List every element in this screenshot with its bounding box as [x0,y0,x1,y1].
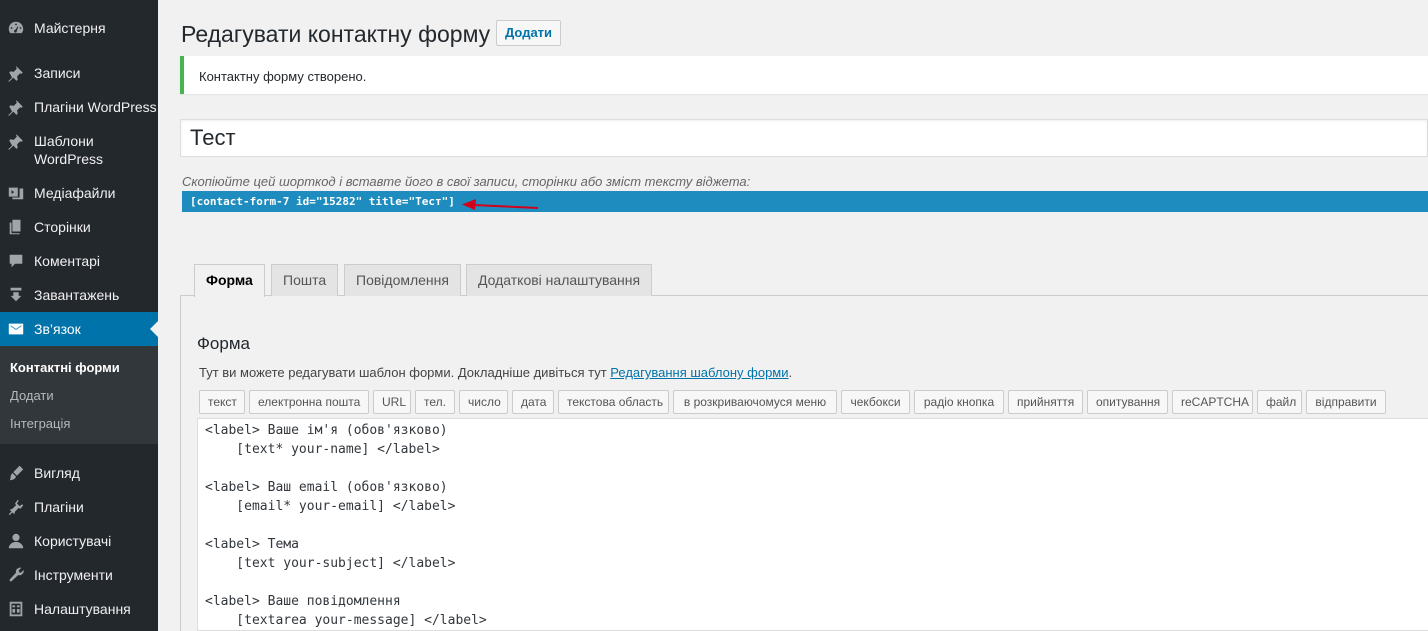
sidebar-item-label: Медіафайли [34,185,116,201]
pages-icon [6,218,26,236]
admin-sidebar: Майстерня Записи Плагіни WordPress Шабло… [0,0,158,631]
mail-icon [6,320,26,338]
edit-template-link[interactable]: Редагування шаблону форми [610,365,788,380]
sidebar-item-wp-plugins[interactable]: Плагіни WordPress [0,98,158,116]
plugin-icon [6,498,26,516]
sidebar-item-users[interactable]: Користувачі [0,532,158,550]
comment-icon [6,252,26,270]
form-template-editor[interactable]: <label> Ваше ім'я (обов'язково) [text* y… [197,418,1428,631]
tag-button-text[interactable]: текст [199,390,245,414]
success-notice: Контактну форму створено. [180,56,1428,94]
sidebar-item-settings[interactable]: Налаштування [0,600,158,618]
sidebar-item-downloads[interactable]: Завантажень [0,286,158,304]
tag-button-file[interactable]: файл [1257,390,1302,414]
sidebar-item-label: Плагіни [34,499,84,515]
sidebar-item-label: Плагіни WordPress [34,99,157,115]
form-title-input[interactable] [180,119,1428,157]
sidebar-item-label: Зв’язок [34,321,81,337]
sidebar-item-pages[interactable]: Сторінки [0,218,158,236]
editor-line: <label> Ваш email (обов'язково) [205,480,448,495]
wrench-icon [6,566,26,584]
media-icon [6,184,26,202]
tab-mail[interactable]: Пошта [271,264,339,296]
tag-button-dropdown[interactable]: в розкриваючомуся меню [673,390,837,414]
brush-icon [6,464,26,482]
editor-line: [text your-subject] </label> [205,556,456,571]
sidebar-item-label: Майстерня [34,20,106,36]
sidebar-item-posts[interactable]: Записи [0,64,158,82]
sidebar-item-media[interactable]: Медіафайли [0,184,158,202]
tag-button-textarea[interactable]: текстова область [558,390,669,414]
editor-line: <label> Ваше ім'я (обов'язково) [205,423,448,438]
sidebar-item-contact[interactable]: Зв’язок [0,312,158,346]
notice-text: Контактну форму створено. [199,69,367,84]
sidebar-item-comments[interactable]: Коментарі [0,252,158,270]
shortcode-description: Скопіюйте цей шорткод і вставте його в с… [182,174,751,189]
submenu-add-new[interactable]: Додати [10,388,54,403]
user-icon [6,532,26,550]
tab-additional-settings[interactable]: Додаткові налаштування [466,264,653,296]
pin-icon [6,64,26,82]
sidebar-item-label: Користувачі [34,533,112,549]
tag-button-recaptcha[interactable]: reCAPTCHA [1172,390,1253,414]
sidebar-item-label: Завантажень [34,287,120,303]
tag-button-date[interactable]: дата [512,390,554,414]
pin-icon [6,98,26,116]
sidebar-item-appearance[interactable]: Вигляд [0,464,158,482]
editor-line: <label> Ваше повідомлення [205,594,401,609]
tag-button-number[interactable]: число [459,390,508,414]
annotation-arrow-icon [462,199,539,210]
tab-messages[interactable]: Повідомлення [344,264,461,296]
add-new-button[interactable]: Додати [496,20,562,46]
panel-description: Тут ви можете редагувати шаблон форми. Д… [199,365,792,380]
submenu-contact-forms[interactable]: Контактні форми [10,360,120,375]
tag-button-acceptance[interactable]: прийняття [1008,390,1083,414]
tag-button-quiz[interactable]: опитування [1087,390,1168,414]
page-title: Редагувати контактну форму [181,21,491,47]
sidebar-item-label: Шаблони WordPress [34,133,103,167]
sidebar-item-label: Інструменти [34,567,113,583]
tag-button-url[interactable]: URL [373,390,411,414]
submenu-integration[interactable]: Інтеграція [10,416,70,431]
pin-icon [6,132,26,150]
editor-line: <label> Тема [205,537,299,552]
panel-title: Форма [197,334,250,353]
tab-form[interactable]: Форма [194,264,265,297]
tag-button-checkboxes[interactable]: чекбокси [841,390,910,414]
sidebar-item-tools[interactable]: Інструменти [0,566,158,584]
editor-line: [textarea your-message] </label> [205,613,487,628]
settings-icon [6,600,26,618]
panel-description-suffix: . [788,365,793,380]
shortcode-field[interactable]: [contact-form-7 id="15282" title="Тест"] [182,191,1428,212]
tag-button-tel[interactable]: тел. [415,390,455,414]
sidebar-item-label: Сторінки [34,219,91,235]
tag-button-radio[interactable]: радіо кнопка [914,390,1004,414]
sidebar-item-plugins[interactable]: Плагіни [0,498,158,516]
sidebar-item-label: Коментарі [34,253,101,269]
panel-description-text: Тут ви можете редагувати шаблон форми. Д… [199,365,611,380]
sidebar-item-label: Вигляд [34,465,80,481]
editor-line: [email* your-email] </label> [205,499,456,514]
sidebar-item-dashboard[interactable]: Майстерня [0,19,158,37]
shortcode-text: [contact-form-7 id="15282" title="Тест"] [190,195,455,208]
tag-button-email[interactable]: електронна пошта [249,390,369,414]
editor-line: [text* your-name] </label> [205,442,440,457]
contact-submenu: Контактні форми Додати Інтеграція [0,346,158,444]
sidebar-item-label: Записи [34,65,81,81]
tag-button-submit[interactable]: відправити [1306,390,1386,414]
download-icon [6,286,26,304]
sidebar-item-label: Налаштування [34,601,131,617]
sidebar-item-wp-themes[interactable]: Шаблони WordPress [0,132,158,168]
dashboard-icon [6,19,26,37]
